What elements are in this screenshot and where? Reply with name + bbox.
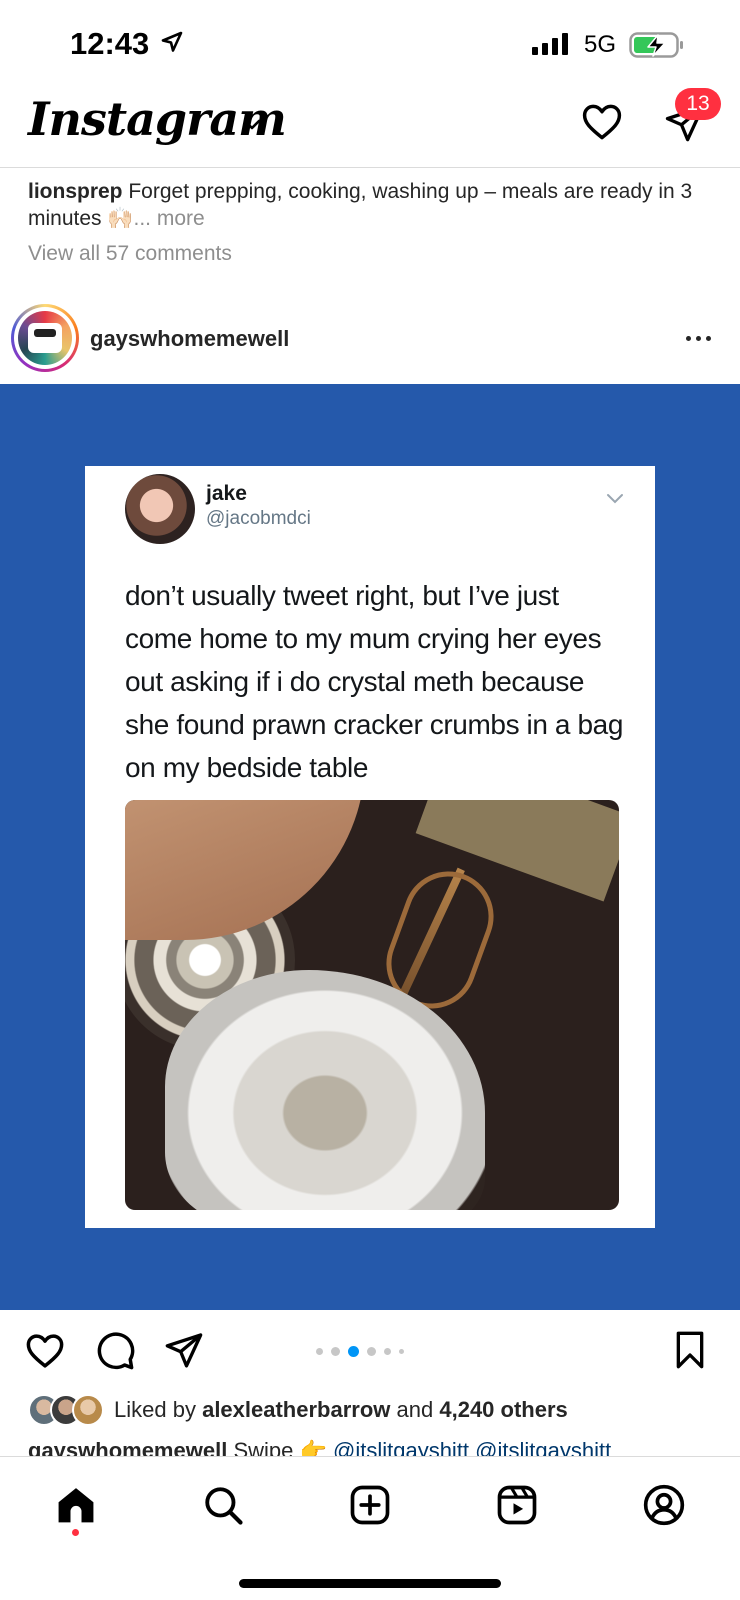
home-icon bbox=[58, 1488, 94, 1523]
status-time: 12:43 bbox=[70, 26, 150, 61]
location-arrow-icon bbox=[161, 31, 183, 52]
nav-search[interactable] bbox=[195, 1477, 251, 1533]
heart-icon[interactable] bbox=[580, 100, 624, 144]
nav-profile[interactable] bbox=[636, 1477, 692, 1533]
cellular-signal-icon bbox=[532, 33, 568, 55]
share-icon[interactable] bbox=[164, 1330, 204, 1370]
liker-username[interactable]: alexleatherbarrow bbox=[202, 1397, 390, 1422]
comment-icon[interactable] bbox=[94, 1330, 136, 1372]
nav-home[interactable] bbox=[48, 1477, 104, 1533]
post-actions bbox=[0, 1310, 740, 1390]
caption-mentions[interactable]: @itslitgayshitt @itslitgayshitt bbox=[333, 1438, 611, 1456]
active-indicator bbox=[72, 1529, 79, 1536]
view-all-comments-link[interactable]: View all 57 comments bbox=[28, 242, 232, 266]
avatar bbox=[72, 1394, 104, 1426]
tweet-card: jake @jacobmdci don’t usually tweet righ… bbox=[85, 466, 655, 1228]
battery-charging-icon bbox=[629, 32, 683, 58]
likes-row[interactable]: Liked by alexleatherbarrow and 4,240 oth… bbox=[28, 1392, 568, 1428]
likes-text: Liked by alexleatherbarrow and 4,240 oth… bbox=[114, 1397, 568, 1423]
carousel-dot bbox=[384, 1348, 391, 1355]
network-type: 5G bbox=[584, 31, 617, 58]
carousel-dot bbox=[367, 1347, 376, 1356]
likes-count[interactable]: 4,240 others bbox=[439, 1397, 567, 1422]
caption-username[interactable]: gayswhomemewell bbox=[28, 1438, 227, 1456]
carousel-dot bbox=[316, 1348, 323, 1355]
bottom-navigation bbox=[0, 1456, 740, 1600]
tweet-avatar bbox=[125, 474, 195, 544]
avatar bbox=[18, 311, 72, 365]
chevron-down-icon bbox=[607, 494, 623, 504]
previous-post-caption: lionsprep Forget prepping, cooking, wash… bbox=[28, 178, 718, 232]
carousel-dot bbox=[399, 1349, 404, 1354]
likes-and: and bbox=[396, 1397, 434, 1422]
tweet-author-handle: @jacobmdci bbox=[206, 508, 311, 529]
like-heart-icon[interactable] bbox=[24, 1330, 66, 1372]
post-image[interactable]: jake @jacobmdci don’t usually tweet righ… bbox=[0, 384, 740, 1310]
notification-badge: 13 bbox=[675, 88, 721, 120]
search-icon bbox=[205, 1487, 243, 1525]
more-link[interactable]: ... more bbox=[134, 207, 205, 230]
bookmark-icon[interactable] bbox=[672, 1330, 708, 1370]
caption-text: Swipe 👉 bbox=[233, 1438, 327, 1456]
carousel-dot-active bbox=[348, 1346, 359, 1357]
carousel-dot bbox=[331, 1347, 340, 1356]
tweet-author-name: jake bbox=[206, 482, 247, 505]
add-post-icon bbox=[350, 1485, 390, 1525]
previous-post-caption-text: Forget prepping, cooking, washing up – m… bbox=[28, 180, 693, 230]
chevron-down-icon[interactable] bbox=[242, 114, 262, 134]
nav-reels[interactable] bbox=[489, 1477, 545, 1533]
post-caption: gayswhomemewell Swipe 👉 @itslitgayshitt … bbox=[28, 1434, 728, 1456]
profile-icon bbox=[643, 1484, 685, 1526]
liker-avatars bbox=[28, 1394, 108, 1426]
app-header: Instagram bbox=[0, 90, 740, 168]
tweet-text: don’t usually tweet right, but I’ve just… bbox=[125, 580, 623, 783]
likes-prefix: Liked by bbox=[114, 1397, 196, 1422]
reels-icon bbox=[497, 1485, 537, 1525]
more-options-icon[interactable] bbox=[686, 336, 711, 341]
tweet-photo bbox=[125, 800, 619, 1210]
carousel-indicator bbox=[316, 1346, 404, 1357]
status-bar: 12:43 5G bbox=[0, 0, 740, 90]
story-ring[interactable] bbox=[11, 304, 79, 372]
nav-create[interactable] bbox=[342, 1477, 398, 1533]
post-username[interactable]: gayswhomemewell bbox=[90, 326, 289, 352]
home-indicator[interactable] bbox=[239, 1579, 501, 1588]
previous-post-username[interactable]: lionsprep bbox=[28, 180, 123, 203]
